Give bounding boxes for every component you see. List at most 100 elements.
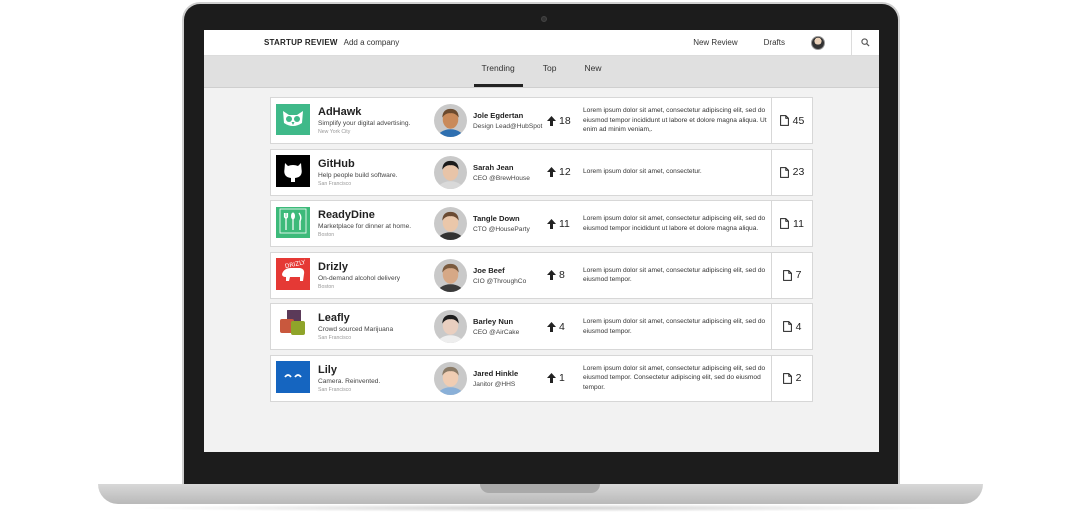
company-logo[interactable] xyxy=(276,103,310,138)
company-logo[interactable]: DRIZLY xyxy=(276,258,310,292)
company-logo[interactable] xyxy=(276,309,310,344)
company-name[interactable]: AdHawk xyxy=(318,106,426,118)
reviewer-title: CIO @ThroughCo xyxy=(473,277,527,285)
reviewer-name[interactable]: Joe Beef xyxy=(473,266,547,275)
new-review-link[interactable]: New Review xyxy=(693,38,737,47)
reviewer-name[interactable]: Barley Nun xyxy=(473,317,547,326)
document-icon xyxy=(779,166,793,178)
reviewer-name[interactable]: Tangle Down xyxy=(473,214,547,223)
company-location: San Francisco xyxy=(318,180,352,187)
drafts-link[interactable]: Drafts xyxy=(764,38,785,47)
reviewer-avatar[interactable] xyxy=(434,207,467,240)
arrow-up-icon xyxy=(547,373,559,383)
company-tagline: Marketplace for dinner at home. xyxy=(318,223,412,230)
review-count-button[interactable]: 23 xyxy=(771,149,812,195)
arrow-up-icon xyxy=(547,321,559,332)
laptop-shadow xyxy=(120,504,960,512)
octocat-icon xyxy=(276,155,310,189)
reviewer-avatar[interactable] xyxy=(434,104,467,137)
reviewer-info: Sarah Jean CEO @BrewHouse xyxy=(473,163,547,182)
company-name[interactable]: Drizly xyxy=(318,261,426,273)
company-logo[interactable] xyxy=(276,206,310,241)
review-count: 45 xyxy=(792,114,805,127)
reviewer-name[interactable]: Sarah Jean xyxy=(473,163,547,172)
owl-icon xyxy=(276,103,310,138)
cutlery-icon xyxy=(276,206,310,241)
review-count-button[interactable]: 7 xyxy=(771,252,812,298)
reviewer-info: Tangle Down CTO @HouseParty xyxy=(473,214,547,233)
upvote-button[interactable]: 12 xyxy=(547,166,583,178)
brand-logo[interactable]: STARTUP REVIEW xyxy=(264,38,338,47)
review-count-button[interactable]: 2 xyxy=(771,355,812,401)
company-name[interactable]: Leafly xyxy=(318,312,426,324)
review-excerpt: Lorem ipsum dolor sit amet, consectetur … xyxy=(583,318,766,335)
laptop-notch xyxy=(480,484,600,493)
upvote-button[interactable]: 4 xyxy=(547,321,583,333)
reviewer-avatar[interactable] xyxy=(434,310,467,343)
company-card[interactable]: GitHub Help people build software. San Fra… xyxy=(270,148,813,196)
company-card[interactable]: AdHawk Simplify your digital advertising.… xyxy=(270,97,813,144)
tab-top[interactable]: Top xyxy=(535,63,565,87)
company-info: Drizly On-demand alcohol delivery Boston xyxy=(318,261,426,290)
company-info: Leafly Crowd sourced Marijuana San Francis… xyxy=(318,312,426,341)
tab-trending[interactable]: Trending xyxy=(473,63,523,87)
upvote-button[interactable]: 11 xyxy=(547,218,583,230)
reviewer-info: Jole Egdertan Design Lead@HubSpot xyxy=(473,111,547,130)
company-info: GitHub Help people build software. San Fra… xyxy=(318,158,426,187)
upvote-button[interactable]: 18 xyxy=(547,115,583,127)
company-card[interactable]: Lily Camera. Reinvented. San Francisco Jare… xyxy=(270,354,813,402)
upvote-button[interactable]: 8 xyxy=(547,269,583,281)
review-excerpt: Lorem ipsum dolor sit amet, consectetur … xyxy=(583,107,767,134)
document-icon xyxy=(782,269,796,281)
document-icon xyxy=(779,115,793,126)
arrow-up-icon xyxy=(547,115,559,126)
drizly-bear-icon: DRIZLY xyxy=(276,258,310,292)
reviewer-info: Joe Beef CIO @ThroughCo xyxy=(473,266,547,285)
review-count: 11 xyxy=(793,217,804,230)
reviewer-avatar[interactable] xyxy=(434,155,467,189)
document-icon xyxy=(780,218,793,229)
review-count-button[interactable]: 4 xyxy=(771,304,812,349)
company-name[interactable]: Lily xyxy=(318,364,426,376)
lily-face-icon xyxy=(276,361,310,395)
company-location: San Francisco xyxy=(318,386,352,393)
tab-bar: Trending Top New xyxy=(204,56,879,88)
camera-icon xyxy=(541,16,547,22)
reviewer-name[interactable]: Jared Hinkle xyxy=(473,369,547,378)
company-location: New York City xyxy=(318,129,351,135)
company-card[interactable]: Leafly Crowd sourced Marijuana San Francis… xyxy=(270,303,813,350)
reviewer-avatar[interactable] xyxy=(434,361,467,395)
review-excerpt: Lorem ipsum dolor sit amet, consectetur … xyxy=(583,364,766,391)
vote-count: 11 xyxy=(559,217,570,230)
company-name[interactable]: ReadyDine xyxy=(318,209,426,221)
reviewer-title: CEO @BrewHouse xyxy=(473,174,530,182)
review-count-button[interactable]: 11 xyxy=(771,201,812,246)
review-count-button[interactable]: 45 xyxy=(771,98,812,143)
upvote-button[interactable]: 1 xyxy=(547,372,583,384)
review-excerpt: Lorem ipsum dolor sit amet, consectetur … xyxy=(583,215,766,232)
vote-count: 4 xyxy=(559,320,565,333)
search-button[interactable] xyxy=(851,30,879,55)
company-location: Boston xyxy=(318,283,335,290)
reviewer-info: Barley Nun CEO @AirCake xyxy=(473,317,547,336)
vote-count: 18 xyxy=(559,114,571,127)
arrow-up-icon xyxy=(547,270,559,280)
company-info: ReadyDine Marketplace for dinner at home.… xyxy=(318,209,426,238)
company-logo[interactable] xyxy=(276,361,310,395)
document-icon xyxy=(782,321,796,332)
reviewer-title: Design Lead@HubSpot xyxy=(473,123,543,130)
navbar-actions: New Review Drafts xyxy=(693,30,879,55)
arrow-up-icon xyxy=(547,218,559,229)
company-card[interactable]: DRIZLY Drizly On-demand alcohol delivery Bo… xyxy=(270,251,813,299)
company-card[interactable]: ReadyDine Marketplace for dinner at home.… xyxy=(270,200,813,247)
user-avatar[interactable] xyxy=(811,35,825,50)
reviewer-avatar[interactable] xyxy=(434,258,467,292)
company-logo[interactable] xyxy=(276,155,310,189)
search-icon xyxy=(861,38,870,47)
add-company-link[interactable]: Add a company xyxy=(344,38,400,47)
reviewer-name[interactable]: Jole Egdertan xyxy=(473,111,547,120)
review-count: 7 xyxy=(795,269,802,281)
tab-new[interactable]: New xyxy=(576,63,609,87)
company-name[interactable]: GitHub xyxy=(318,158,426,170)
vote-count: 12 xyxy=(559,166,571,178)
